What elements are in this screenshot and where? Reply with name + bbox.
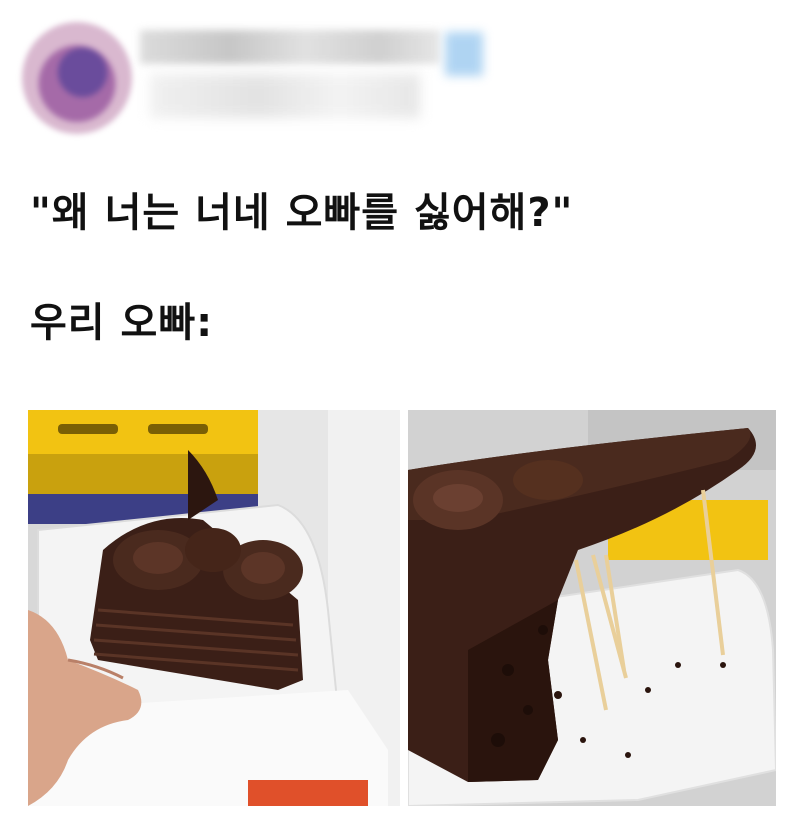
avatar[interactable] — [22, 22, 132, 134]
photo-cake-intact[interactable] — [28, 410, 400, 806]
post-text-question: "왜 너는 너네 오빠를 싫어해?" — [30, 190, 574, 236]
blurred-username[interactable] — [140, 30, 440, 64]
blurred-handle — [150, 74, 420, 118]
cake-intact-illustration — [28, 410, 400, 806]
post-header — [0, 0, 800, 150]
cake-eaten-illustration — [408, 410, 776, 806]
blurred-verified-badge — [445, 32, 483, 76]
post-text-answer: 우리 오빠: — [30, 300, 214, 346]
photo-cake-eaten[interactable] — [408, 410, 776, 806]
